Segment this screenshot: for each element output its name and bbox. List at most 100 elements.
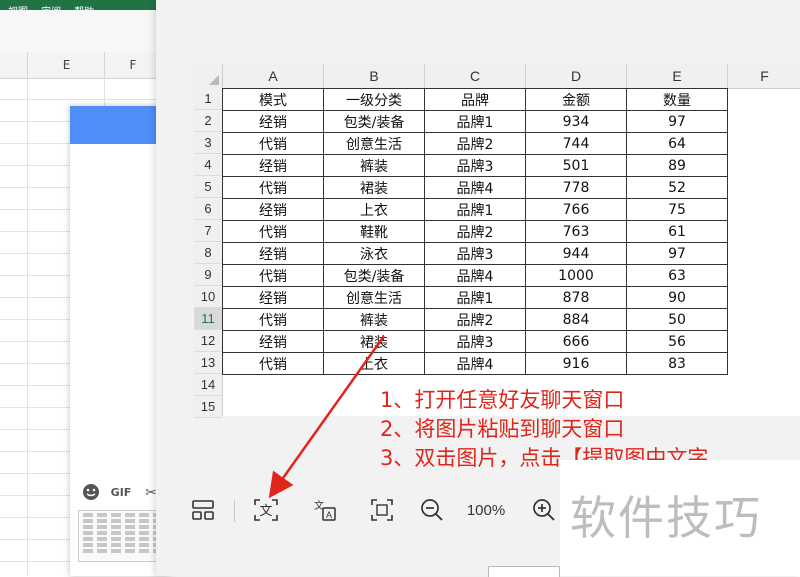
svg-text:文: 文 [259,504,272,519]
viewer-toolbar: 文 文A 100% [176,490,568,530]
table-cell: 代销 [222,220,324,243]
table-cell: 778 [525,176,627,199]
table-header-row: 模式 一级分类 品牌 金额 数量 [222,88,728,111]
clipped-button[interactable] [488,566,560,577]
table-cell: 884 [525,308,627,331]
table-cell: 744 [525,132,627,155]
zoom-out-icon[interactable] [416,490,448,530]
table-cell: 品牌4 [424,352,526,375]
table-cell: 品牌2 [424,220,526,243]
table-cell: 90 [626,286,728,309]
table-cell: 83 [626,352,728,375]
fit-screen-icon[interactable] [364,490,400,530]
sheet-row-header: 7 [194,220,222,242]
table-cell: 934 [525,110,627,133]
chat-window: GIF ✂ [70,106,240,576]
sheet-row-header: 9 [194,264,222,286]
table-cell: 878 [525,286,627,309]
sheet-column-f: F [727,64,800,88]
table-row: 经销 包类/装备 品牌1 934 97 [222,110,728,133]
gif-icon[interactable]: GIF [110,482,132,504]
table-cell: 裤装 [323,154,425,177]
table-row: 经销 泳衣 品牌3 944 97 [222,242,728,265]
table-row: 代销 鞋靴 品牌2 763 61 [222,220,728,243]
table-cell: 裤装 [323,308,425,331]
table-row: 经销 裙装 品牌3 666 56 [222,330,728,353]
table-cell: 品牌3 [424,242,526,265]
table-cell: 包类/装备 [323,110,425,133]
table-row: 代销 上衣 品牌4 916 83 [222,352,728,375]
table-cell: 56 [626,330,728,353]
chat-window-header[interactable] [70,106,170,144]
instruction-step-2: 2、将图片粘贴到聊天窗口 [380,417,625,441]
table-cell: 代销 [222,352,324,375]
table-cell: 666 [525,330,627,353]
zoom-in-icon[interactable] [528,490,560,530]
table-cell: 代销 [222,264,324,287]
watermark: 软件技巧 [560,460,800,576]
table-cell: 品牌 [424,88,526,111]
instruction-step-1: 1、打开任意好友聊天窗口 [380,388,625,412]
table-cell: 品牌1 [424,198,526,221]
table-cell: 经销 [222,330,324,353]
table-cell: 916 [525,352,627,375]
table-cell: 75 [626,198,728,221]
sheet-row-header: 11 [194,308,222,330]
table-cell: 品牌4 [424,264,526,287]
sheet-column-c: C [424,64,525,88]
table-cell: 泳衣 [323,242,425,265]
table-cell: 52 [626,176,728,199]
sheet-row-header: 12 [194,330,222,352]
table-row: 经销 上衣 品牌1 766 75 [222,198,728,221]
table-cell: 97 [626,242,728,265]
select-all-corner [194,64,222,88]
sheet-row-header: 13 [194,352,222,374]
sheet-column-header-bar: A B C D E F [194,64,800,89]
table-cell: 裙装 [323,330,425,353]
table-cell: 代销 [222,176,324,199]
table-cell: 包类/装备 [323,264,425,287]
extract-text-icon[interactable]: 文 [248,490,284,530]
table-cell: 鞋靴 [323,220,425,243]
table-cell: 数量 [626,88,728,111]
sheet-row-header-bar: 1 2 3 4 5 6 7 8 9 10 11 12 13 14 15 [194,88,223,418]
table-cell: 品牌1 [424,110,526,133]
table-cell: 代销 [222,132,324,155]
background-column-header: E F [0,52,160,79]
sheet-row-header: 5 [194,176,222,198]
sheet-row-header: 6 [194,198,222,220]
column-header-e[interactable]: E [27,52,105,78]
table-cell: 裙装 [323,176,425,199]
sheet-row-header: 8 [194,242,222,264]
table-cell: 766 [525,198,627,221]
sheet-row-header: 15 [194,396,222,418]
table-cell: 品牌2 [424,308,526,331]
table-cell: 经销 [222,110,324,133]
table-cell: 品牌3 [424,154,526,177]
zoom-level: 100% [466,501,506,519]
background-toolbar [0,10,160,53]
column-header-f[interactable]: F [104,52,161,78]
table-cell: 97 [626,110,728,133]
svg-text:A: A [326,510,332,520]
table-cell: 上衣 [323,198,425,221]
table-cell: 模式 [222,88,324,111]
spreadsheet-image: A B C D E F 1 2 3 4 5 6 7 8 9 10 11 12 13 14 15 模式 一级分类… [194,64,800,418]
table-cell: 品牌1 [424,286,526,309]
sheet-column-a: A [222,64,323,88]
table-cell: 经销 [222,154,324,177]
table-cell: 经销 [222,242,324,265]
translate-icon[interactable]: 文A [306,490,342,530]
layout-icon[interactable] [186,490,220,530]
emoji-icon[interactable] [80,482,102,504]
sheet-column-e: E [626,64,727,88]
table-row: 代销 裙装 品牌4 778 52 [222,176,728,199]
table-row: 经销 创意生活 品牌1 878 90 [222,286,728,309]
table-cell: 61 [626,220,728,243]
table-cell: 代销 [222,308,324,331]
table-cell: 金额 [525,88,627,111]
sheet-row-header: 2 [194,110,222,132]
table-cell: 品牌2 [424,132,526,155]
sheet-row-header: 14 [194,374,222,396]
sheet-row-header: 1 [194,88,222,110]
